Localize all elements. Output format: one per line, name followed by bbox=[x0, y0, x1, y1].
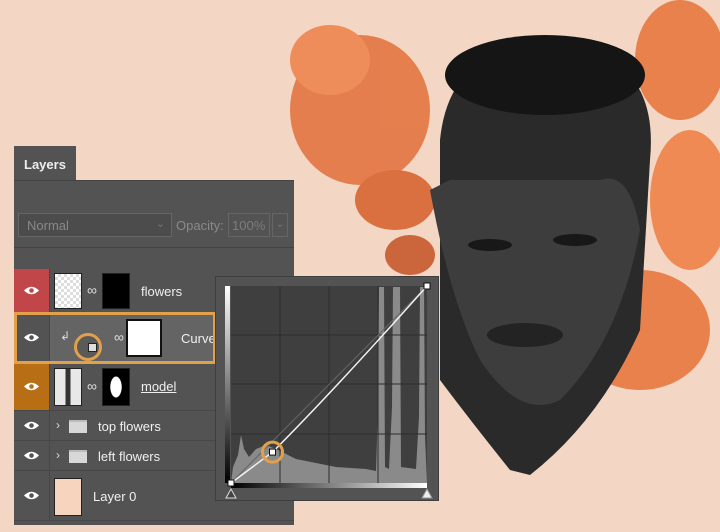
layer-thumbnail bbox=[54, 273, 82, 309]
curve-control-point[interactable] bbox=[227, 479, 235, 487]
eye-icon bbox=[24, 286, 39, 295]
visibility-toggle[interactable] bbox=[14, 471, 50, 520]
eye-icon bbox=[24, 491, 39, 500]
layer-mask-thumbnail bbox=[102, 273, 130, 309]
curve-control-point[interactable] bbox=[423, 282, 431, 290]
layer-name: flowers bbox=[141, 284, 183, 299]
curves-properties-popup bbox=[215, 276, 439, 501]
eye-icon bbox=[24, 451, 39, 460]
blend-mode-select[interactable]: Normal ⌄ bbox=[18, 213, 172, 237]
visibility-toggle[interactable] bbox=[14, 441, 50, 470]
chevron-down-icon: ⌄ bbox=[155, 218, 165, 230]
layer-name: model bbox=[141, 379, 177, 394]
opacity-dropdown-chevron-icon[interactable]: ⌄ bbox=[272, 213, 288, 237]
opacity-label: Opacity: bbox=[176, 218, 224, 233]
folder-icon bbox=[69, 450, 87, 463]
layer-thumbnail bbox=[54, 368, 82, 406]
eye-icon bbox=[24, 382, 39, 391]
black-point-slider-icon bbox=[225, 487, 237, 499]
layer-mask-thumbnail bbox=[102, 368, 130, 406]
opacity-input[interactable]: 100% bbox=[228, 213, 270, 237]
folder-icon bbox=[69, 420, 87, 433]
curves-layer-highlight bbox=[14, 312, 216, 364]
expand-chevron-icon[interactable]: › bbox=[56, 448, 60, 462]
visibility-toggle[interactable] bbox=[14, 269, 50, 312]
layer-name: left flowers bbox=[98, 449, 161, 464]
input-gradient-bar bbox=[231, 483, 427, 488]
layer-name: top flowers bbox=[98, 419, 161, 434]
visibility-toggle[interactable] bbox=[14, 363, 50, 410]
curves-graph[interactable] bbox=[216, 277, 440, 502]
link-icon: ∞ bbox=[87, 378, 97, 394]
layer-name: Layer 0 bbox=[93, 489, 137, 504]
curve-control-point[interactable] bbox=[269, 448, 277, 456]
layers-tab[interactable]: Layers bbox=[14, 146, 76, 182]
output-gradient-bar bbox=[225, 286, 230, 483]
white-point-slider-icon bbox=[421, 487, 433, 499]
layer-thumbnail bbox=[54, 478, 82, 516]
expand-chevron-icon[interactable]: › bbox=[56, 418, 60, 432]
link-icon: ∞ bbox=[87, 282, 97, 298]
visibility-toggle[interactable] bbox=[14, 411, 50, 440]
blend-mode-value: Normal bbox=[27, 218, 69, 233]
eye-icon bbox=[24, 421, 39, 430]
